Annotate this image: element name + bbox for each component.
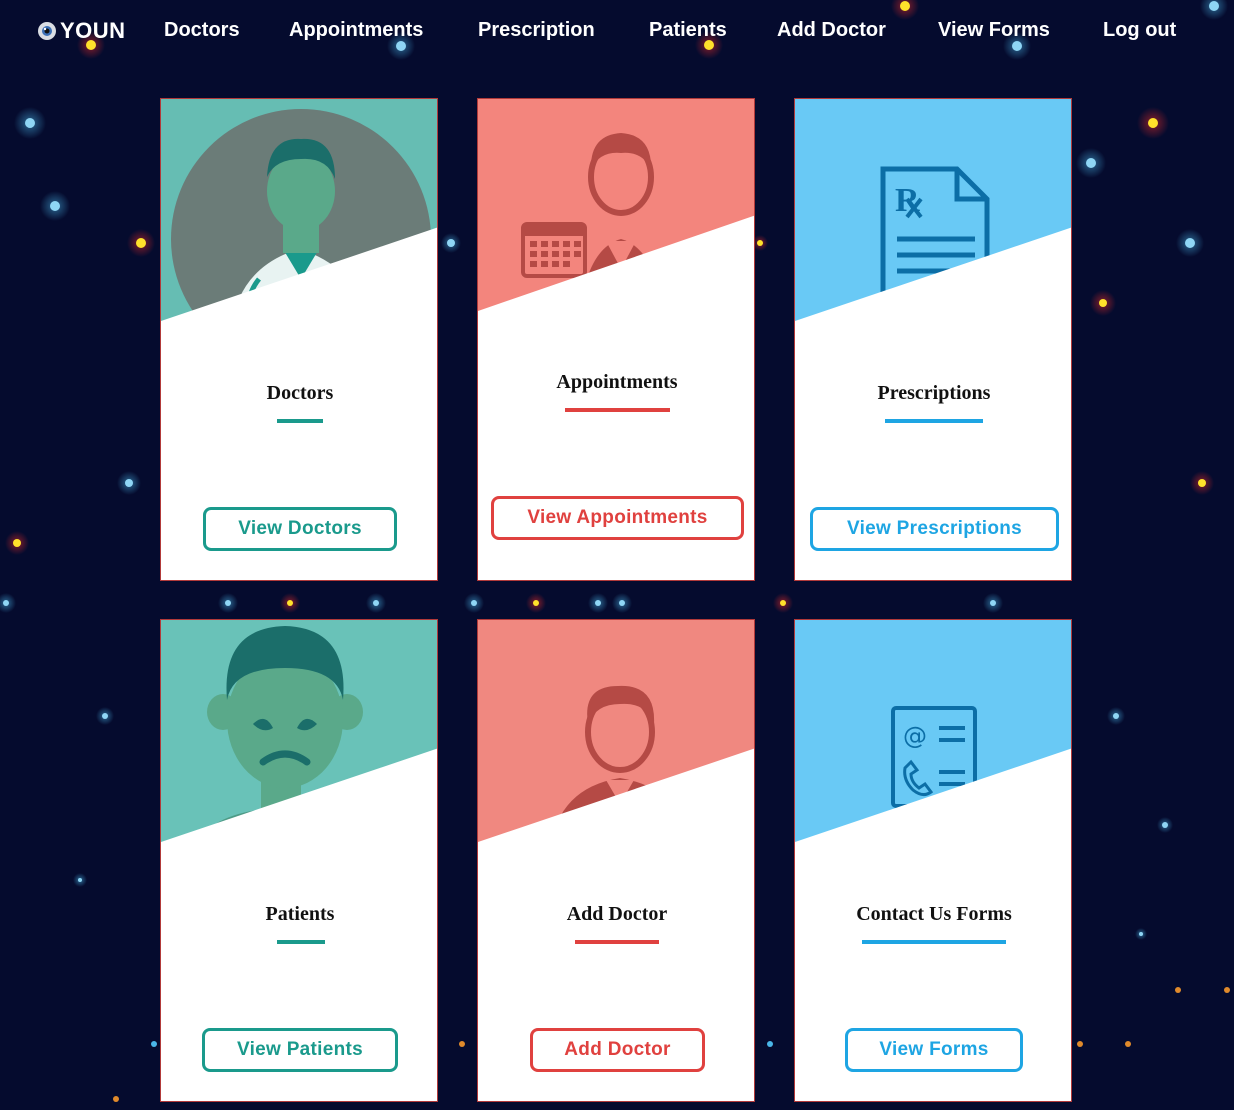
nav-view-forms[interactable]: View Forms [938,19,1050,42]
prescription-icon: R [795,99,1071,329]
patients-card-banner [161,620,437,850]
card-underline-add-doctor [575,940,659,944]
prescriptions-card-banner: R [795,99,1071,329]
eye-logo-icon [38,22,56,40]
card-prescriptions: R Prescriptions View Prescriptions [794,98,1072,581]
brand-logo-link[interactable]: YOUN [36,18,126,44]
card-title-prescriptions: Prescriptions [877,382,991,404]
doctor-icon [161,99,437,329]
card-title-appointments: Appointments [556,371,678,393]
brand-name: YOUN [60,18,126,43]
card-underline-prescriptions [885,419,983,423]
view-doctors-button[interactable]: View Doctors [203,507,397,551]
card-add-doctor: Add Doctor Add Doctor [477,619,755,1102]
card-underline-contact-forms [862,940,1006,944]
nav-logout[interactable]: Log out [1103,19,1176,42]
card-appointments: Appointments View Appointments [477,98,755,581]
top-navbar: YOUN Doctors Appointments Prescription P… [0,0,1234,64]
view-patients-button[interactable]: View Patients [202,1028,398,1072]
sick-patient-icon [161,620,437,850]
nav-patients[interactable]: Patients [649,19,727,42]
card-title-add-doctor: Add Doctor [566,903,668,925]
card-underline-patients [277,940,325,944]
appointments-card-banner [478,99,754,329]
card-patients: Patients View Patients [160,619,438,1102]
add-doctor-button[interactable]: Add Doctor [530,1028,705,1072]
doctors-card-banner [161,99,437,329]
card-title-doctors: Doctors [266,382,334,404]
card-contact-forms: @ Contact Us Forms View Forms [794,619,1072,1102]
contact-form-icon: @ [795,620,1071,850]
doctor-calendar-icon [478,99,754,329]
view-prescriptions-button[interactable]: View Prescriptions [810,507,1059,551]
card-title-contact-forms: Contact Us Forms [856,903,1012,925]
nav-appointments[interactable]: Appointments [289,19,423,42]
nav-prescription[interactable]: Prescription [478,19,595,42]
doctor-avatar-icon [478,620,754,850]
card-underline-doctors [277,419,323,423]
card-doctors: Doctors View Doctors [160,98,438,581]
view-forms-button[interactable]: View Forms [845,1028,1023,1072]
card-underline-appointments [565,408,670,412]
view-appointments-button[interactable]: View Appointments [491,496,744,540]
add-doctor-card-banner [478,620,754,850]
card-title-patients: Patients [265,903,335,925]
svg-text:@: @ [903,722,927,750]
contact-forms-card-banner: @ [795,620,1071,850]
nav-add-doctor[interactable]: Add Doctor [777,19,886,42]
nav-doctors[interactable]: Doctors [164,19,240,42]
